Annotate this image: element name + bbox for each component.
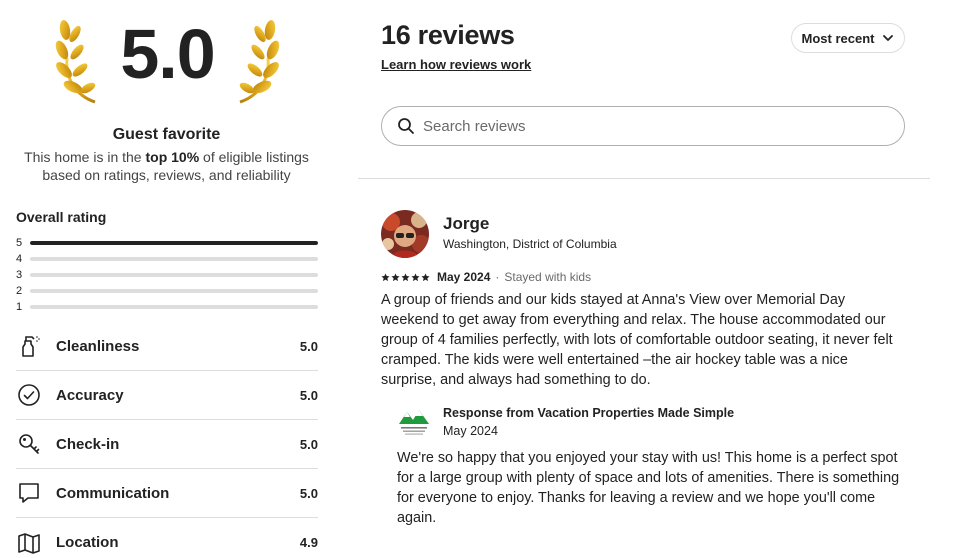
rating-summary-panel: 5.0 Guest favorite This home is in the t… <box>0 0 340 558</box>
learn-how-reviews-work-link[interactable]: Learn how reviews work <box>381 57 531 72</box>
category-value: 5.0 <box>299 338 318 354</box>
rating-bar-track <box>30 305 318 309</box>
search-box[interactable] <box>381 106 905 146</box>
header-divider <box>358 178 930 179</box>
star-icon <box>391 272 400 281</box>
rating-bar-row: 1 <box>16 299 318 315</box>
rating-bar-track <box>30 257 318 261</box>
rating-bar-track <box>30 289 318 293</box>
star-icon <box>401 272 410 281</box>
category-label: Cleanliness <box>56 337 140 355</box>
category-label: Check-in <box>56 435 120 453</box>
rating-bar-row: 3 <box>16 267 318 283</box>
search-reviews-input[interactable] <box>423 117 904 135</box>
rating-bar-fill <box>30 241 318 245</box>
chevron-down-icon <box>883 35 894 41</box>
guest-favorite-description: This home is in the top 10% of eligible … <box>24 149 309 183</box>
rating-bar-row: 2 <box>16 283 318 299</box>
category-row-accuracy: Accuracy 5.0 <box>16 371 318 420</box>
spray-bottle-icon <box>16 333 42 359</box>
rating-distribution: 5 4 3 2 1 <box>16 235 318 315</box>
chat-bubble-icon <box>16 480 42 506</box>
rating-bar-label: 1 <box>16 301 23 313</box>
host-response-text: We're so happy that you enjoyed your sta… <box>397 450 900 526</box>
category-value: 4.9 <box>299 535 318 550</box>
category-value: 5.0 <box>299 436 318 452</box>
review-star-rating <box>381 272 431 282</box>
reviews-count: 16 reviews <box>381 20 515 50</box>
reviewer-photo <box>381 210 429 258</box>
category-label: Communication <box>56 484 170 502</box>
rating-bar-track <box>30 273 318 277</box>
category-value: 5.0 <box>299 485 318 501</box>
top-percent-label: top 10% <box>145 149 200 165</box>
category-row-communication: Communication 5.0 <box>16 469 318 518</box>
check-circle-icon <box>16 382 42 408</box>
guest-favorite-hero: 5.0 <box>55 15 280 108</box>
category-value: 5.0 <box>299 387 318 403</box>
star-icon <box>421 272 430 281</box>
rating-bar-label: 3 <box>16 269 23 281</box>
stay-type: Stayed with kids <box>504 270 592 284</box>
reviewer-name: Jorge <box>443 214 490 233</box>
category-row-cleanliness: Cleanliness 5.0 <box>16 322 318 371</box>
rating-bar-label: 2 <box>16 285 23 297</box>
review-date: May 2024 <box>437 270 491 284</box>
reviewer-avatar[interactable] <box>381 210 429 258</box>
category-row-location: Location 4.9 <box>16 518 318 558</box>
category-label: Location <box>56 534 119 551</box>
review-text: A group of friends and our kids stayed a… <box>381 292 893 388</box>
star-icon <box>381 272 390 281</box>
overall-rating-title: Overall rating <box>16 209 107 225</box>
rating-bar-row: 5 <box>16 235 318 251</box>
guest-favorite-title: Guest favorite <box>112 126 221 143</box>
host-response-date: May 2024 <box>443 424 498 438</box>
star-icon <box>411 272 420 281</box>
review-meta: May 2024 · Stayed with kids <box>381 270 591 284</box>
key-icon <box>16 431 42 457</box>
rating-bar-label: 4 <box>16 253 23 265</box>
map-icon <box>16 530 42 556</box>
reviewer-location: Washington, District of Columbia <box>443 237 617 251</box>
right-laurel-icon <box>239 20 280 104</box>
host-logo-icon <box>399 410 429 435</box>
meta-separator: · <box>495 270 500 284</box>
sort-dropdown-label: Most recent <box>801 30 875 46</box>
category-ratings: Cleanliness 5.0 Accuracy 5.0 Check-in 5.0 Comm… <box>16 322 318 558</box>
sort-dropdown[interactable]: Most recent <box>791 23 905 53</box>
rating-bar-label: 5 <box>16 237 23 249</box>
category-label: Accuracy <box>56 386 124 404</box>
search-icon <box>398 118 414 134</box>
host-response-title: Response from Vacation Properties Made S… <box>443 406 735 420</box>
category-row-check-in: Check-in 5.0 <box>16 420 318 469</box>
rating-bar-row: 4 <box>16 251 318 267</box>
rating-bar-track <box>30 241 318 245</box>
